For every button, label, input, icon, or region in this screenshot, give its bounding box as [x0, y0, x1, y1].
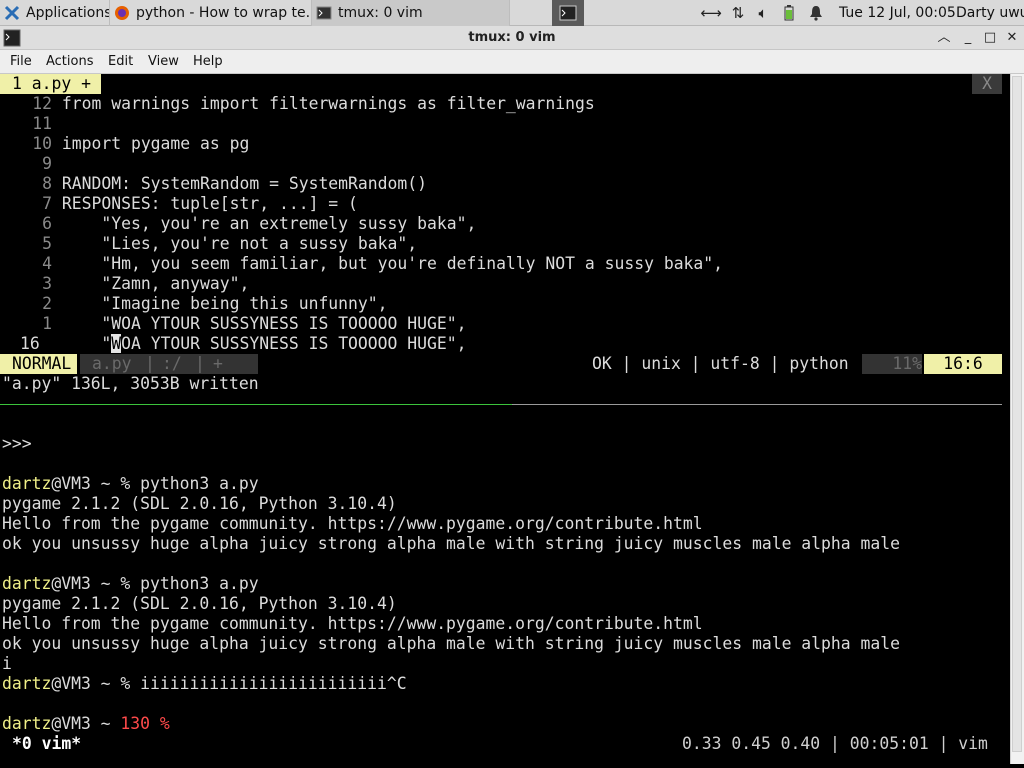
- window-titlebar[interactable]: tmux: 0 vim ︿ _ □ ✕: [0, 26, 1024, 50]
- workspace-switcher[interactable]: [552, 0, 584, 26]
- vim-status-position: 16:6: [924, 354, 1002, 374]
- user-menu[interactable]: Darty uwu: [956, 0, 1024, 26]
- vim-status-path: :/: [162, 354, 182, 373]
- terminal-icon: [316, 6, 332, 20]
- taskbar: Applications ☰ python - How to wrap te..…: [0, 0, 1024, 26]
- shell-output: Hello from the pygame community. https:/…: [2, 514, 703, 533]
- vim-status-percent: 11%: [862, 354, 922, 374]
- terminal-area[interactable]: 1 a.py + X 12 from warnings import filte…: [0, 74, 1010, 764]
- tmux-pane-separator-inactive[interactable]: [512, 404, 1002, 405]
- transfer-icon[interactable]: ⇅: [726, 0, 750, 26]
- vim-line: 10 import pygame as pg: [32, 134, 250, 153]
- vim-tab-close-button[interactable]: X: [972, 74, 1002, 94]
- vim-line: 4 "Hm, you seem familiar, but you're def…: [42, 254, 724, 273]
- vim-line: 11: [32, 114, 52, 133]
- shell-output: ok you unsussy huge alpha juicy strong a…: [2, 534, 900, 553]
- tmux-statusbar: *0 vim* 0.33 0.45 0.40 | 00:05:01 | vim: [0, 734, 1010, 754]
- task-firefox-label: python - How to wrap te...: [136, 5, 312, 21]
- exit-code: 130 %: [120, 714, 170, 733]
- vim-line: 12 from warnings import filterwarnings a…: [32, 94, 595, 113]
- tmux-pane-separator[interactable]: [0, 404, 512, 405]
- vim-line: 6 "Yes, you're an extremely sussy baka",: [42, 214, 477, 233]
- menubar: File Actions Edit View Help: [0, 50, 1024, 74]
- shell-output: ok you unsussy huge alpha juicy strong a…: [2, 634, 900, 653]
- vim-line: 9: [42, 154, 52, 173]
- shell-output: pygame 2.1.2 (SDL 2.0.16, Python 3.10.4): [2, 594, 397, 613]
- vim-line: 5 "Lies, you're not a sussy baka",: [42, 234, 418, 253]
- workspace-terminal-icon: [559, 5, 577, 21]
- vim-line: 7 RESPONSES: tuple[str, ...] = (: [42, 194, 358, 213]
- vim-line: 2 "Imagine being this unfunny",: [42, 294, 388, 313]
- window-title: tmux: 0 vim: [468, 30, 556, 45]
- vim-mode: NORMAL: [0, 354, 78, 374]
- task-terminal-label: tmux: 0 vim: [338, 5, 423, 21]
- close-button[interactable]: ✕: [1002, 28, 1022, 48]
- shell-output: pygame 2.1.2 (SDL 2.0.16, Python 3.10.4): [2, 494, 397, 513]
- shell-prompt: dartz@VM3 ~ % iiiiiiiiiiiiiiiiiiiiiiiii^…: [2, 674, 407, 693]
- vim-message: "a.py" 136L, 3053B written: [2, 374, 259, 393]
- xfce-mouse-icon: [4, 5, 20, 21]
- firefox-icon: [115, 6, 129, 20]
- volume-icon[interactable]: 🔈︎: [752, 0, 774, 26]
- task-firefox[interactable]: python - How to wrap te...: [110, 0, 312, 26]
- applications-label: Applications ☰: [26, 5, 110, 21]
- shell-prompt-error[interactable]: dartz@VM3 ~ 130 %: [2, 714, 170, 734]
- menu-file[interactable]: File: [10, 50, 32, 74]
- tmux-window-indicator[interactable]: *0 vim*: [12, 734, 81, 754]
- menu-view[interactable]: View: [148, 50, 179, 74]
- notification-bell-icon[interactable]: [806, 0, 826, 26]
- vim-current-line: 16 "WOA YTOUR SUSSYNESS IS TOOOOO HUGE",: [20, 334, 467, 353]
- clock[interactable]: Tue 12 Jul, 00:05: [839, 0, 956, 26]
- window-shade-button[interactable]: ︿: [934, 28, 954, 48]
- vim-status-modified: +: [213, 354, 223, 373]
- shell-repl-prompt: >>>: [2, 434, 32, 453]
- terminal-scrollbar-thumb[interactable]: [1012, 76, 1022, 752]
- minimize-button[interactable]: _: [958, 28, 978, 48]
- vim-statusline: NORMAL a.py | :/ | + OK | unix | utf-8 |…: [0, 354, 1002, 374]
- battery-icon[interactable]: [780, 0, 798, 26]
- vim-tab-active[interactable]: 1 a.py +: [0, 74, 101, 94]
- menu-edit[interactable]: Edit: [108, 50, 133, 74]
- vim-line: 3 "Zamn, anyway",: [42, 274, 250, 293]
- maximize-button[interactable]: □: [980, 28, 1000, 48]
- menu-help[interactable]: Help: [193, 50, 223, 74]
- shell-output: Hello from the pygame community. https:/…: [2, 614, 703, 633]
- vim-status-file: a.py: [92, 354, 132, 373]
- vim-line: 8 RANDOM: SystemRandom = SystemRandom(): [42, 174, 427, 193]
- shell-output: i: [2, 654, 12, 673]
- tmux-status-right: 0.33 0.45 0.40 | 00:05:01 | vim: [682, 734, 988, 753]
- network-icon[interactable]: ⟷: [700, 0, 722, 26]
- shell-prompt: dartz@VM3 ~ % python3 a.py: [2, 574, 259, 593]
- vim-line: 1 "WOA YTOUR SUSSYNESS IS TOOOOO HUGE",: [42, 314, 467, 333]
- task-terminal[interactable]: tmux: 0 vim: [312, 0, 510, 26]
- shell-prompt: dartz@VM3 ~ % python3 a.py: [2, 474, 259, 493]
- applications-menu-button[interactable]: Applications ☰: [0, 0, 110, 26]
- vim-cursor: W: [111, 334, 122, 353]
- vim-status-info: OK | unix | utf-8 | python: [592, 354, 849, 373]
- vim-tabline: 1 a.py + X: [0, 74, 1010, 94]
- menu-actions[interactable]: Actions: [46, 50, 94, 74]
